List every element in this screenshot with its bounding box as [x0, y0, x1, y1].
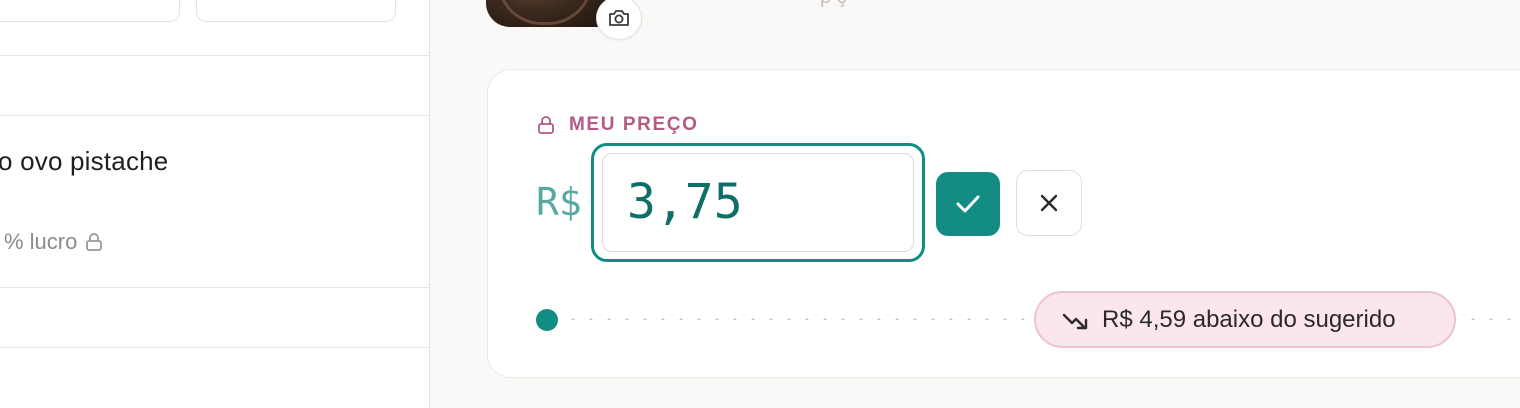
filter-button-right[interactable]	[196, 0, 396, 22]
camera-icon	[609, 10, 629, 26]
lock-icon	[86, 233, 103, 251]
product-name[interactable]: o ovo pistache	[0, 146, 168, 177]
price-input[interactable]: 3,75	[602, 153, 914, 252]
my-price-label: MEU PREÇO	[537, 114, 698, 136]
price-difference-badge: R$ 4,59 abaixo do sugerido	[1034, 291, 1456, 348]
price-input-focus-ring: 3,75	[591, 143, 925, 262]
close-icon	[1040, 194, 1058, 212]
change-photo-button[interactable]	[596, 0, 642, 40]
cancel-price-button[interactable]	[1016, 170, 1082, 236]
currency-symbol: R$	[536, 180, 582, 224]
price-difference-text: R$ 4,59 abaixo do sugerido	[1102, 305, 1396, 333]
confirm-price-button[interactable]	[936, 172, 1000, 236]
divider	[0, 115, 429, 116]
lock-icon	[538, 116, 554, 134]
trending-down-icon	[1062, 313, 1088, 329]
price-slider-handle[interactable]	[536, 309, 558, 331]
check-icon	[956, 195, 980, 213]
subtitle-text: p ç	[820, 0, 847, 9]
profit-label: % lucro	[4, 229, 78, 254]
product-list-panel: o ovo pistache % lucro	[0, 0, 430, 408]
my-price-label-text: MEU PREÇO	[569, 114, 699, 135]
divider	[0, 287, 429, 288]
filter-button-left[interactable]	[0, 0, 180, 22]
product-profit-meta: % lucro	[4, 229, 103, 255]
divider	[0, 347, 429, 348]
divider	[0, 55, 429, 56]
